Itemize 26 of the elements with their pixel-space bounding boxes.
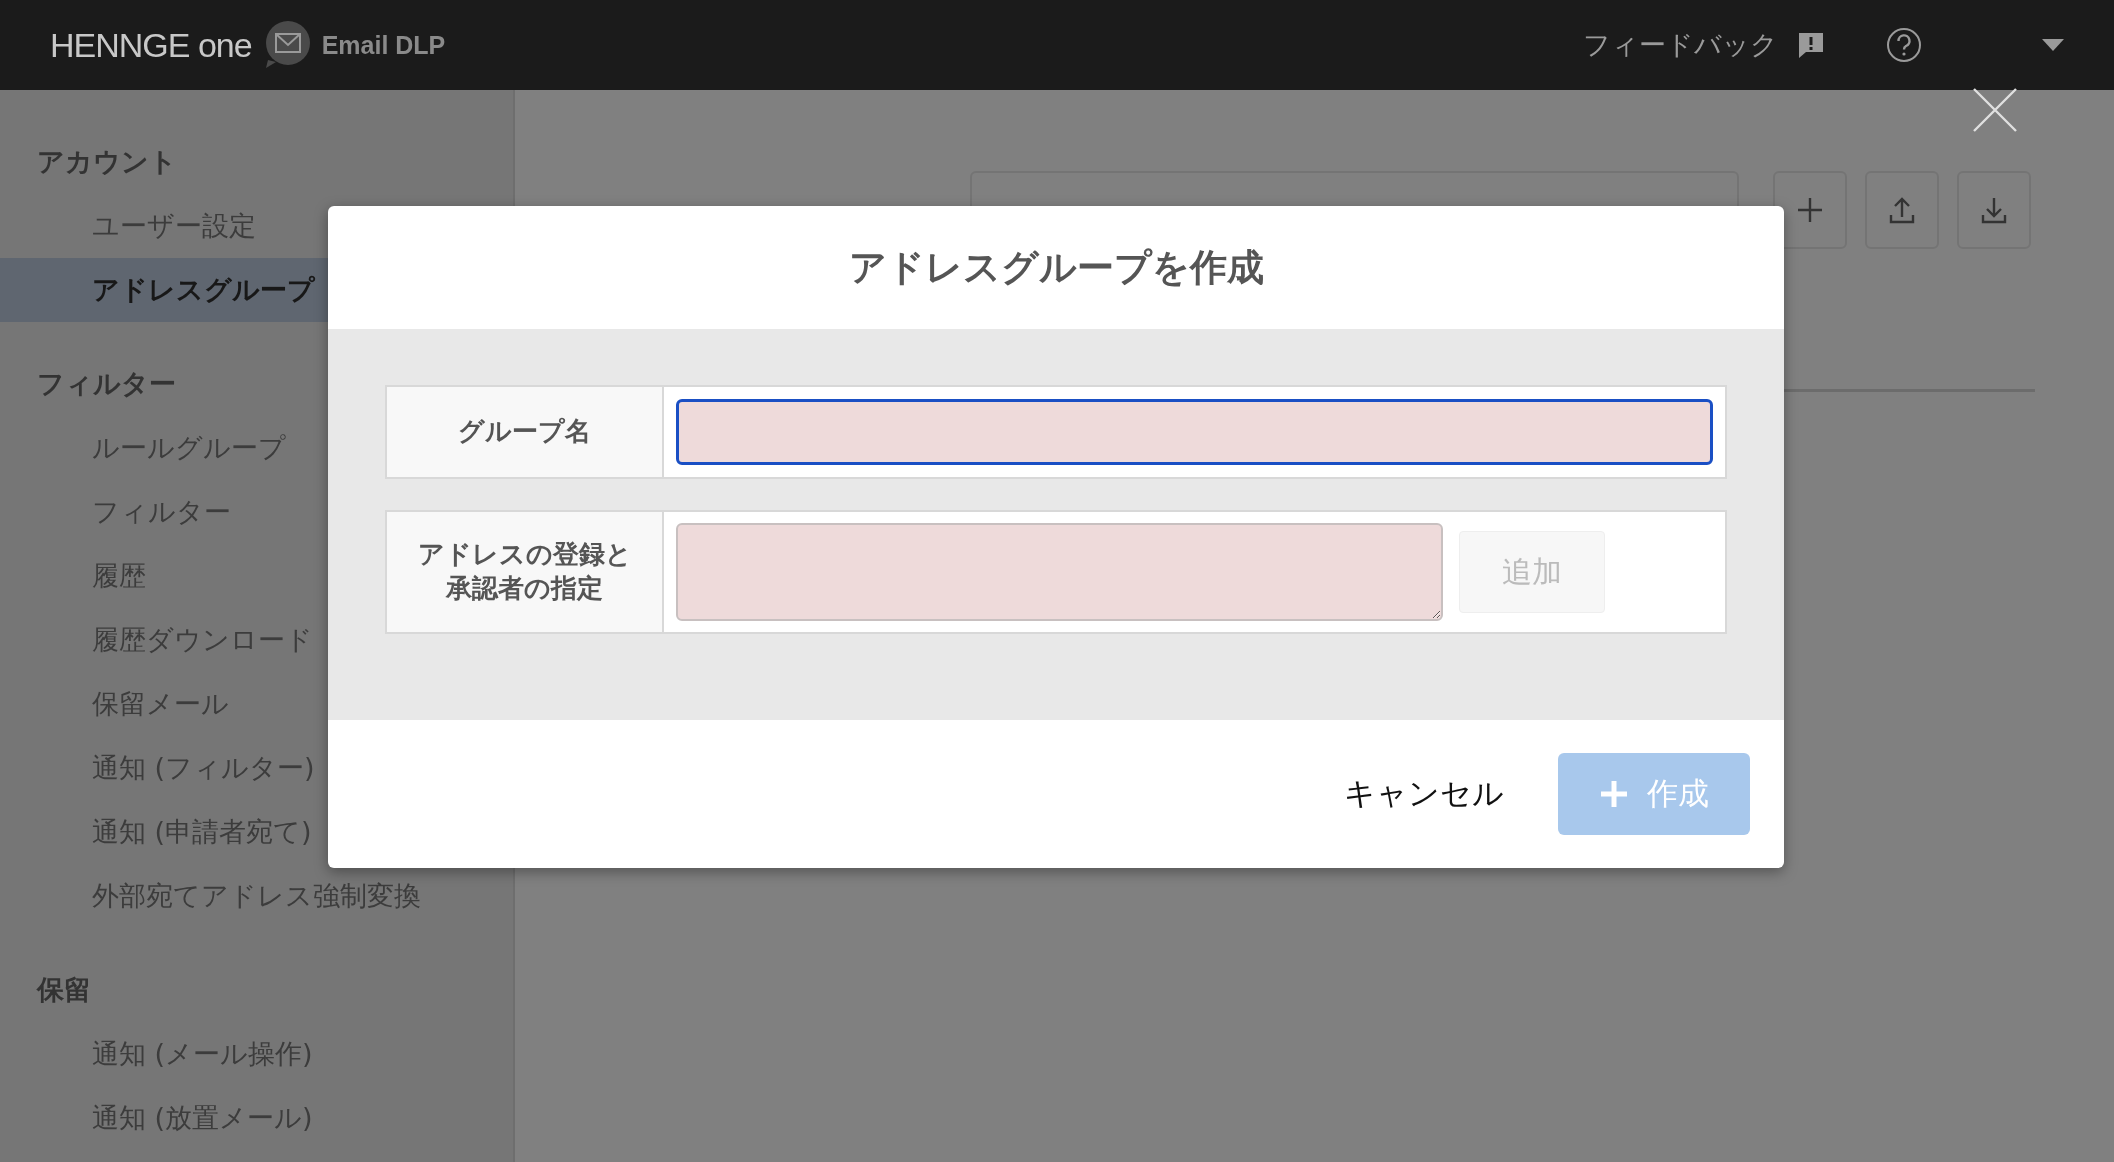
add-button[interactable] — [1773, 171, 1847, 249]
feedback-icon — [1796, 30, 1826, 60]
product-name: Email DLP — [321, 30, 446, 60]
plus-icon — [1599, 779, 1629, 809]
close-icon[interactable] — [1973, 88, 2017, 132]
feedback-button[interactable]: フィードバック — [1583, 27, 1826, 63]
upload-button[interactable] — [1865, 171, 1939, 249]
section-heading: 保留 — [35, 973, 92, 1007]
sidebar-item[interactable]: 外部宛てアドレス強制変換 — [0, 864, 513, 928]
download-button[interactable] — [1957, 171, 2031, 249]
input-field[interactable] — [676, 523, 1443, 621]
dialog-title: アドレスグループを作成 — [848, 244, 1264, 291]
upload-icon — [1887, 195, 1917, 225]
section-heading: アカウント — [36, 145, 178, 179]
input-field[interactable] — [676, 399, 1713, 465]
section-heading: フィルター — [36, 367, 177, 401]
sidebar-item[interactable]: 通知 (メール操作) — [0, 1022, 513, 1086]
sidebar-item[interactable]: 通知 (放置メール) — [0, 1086, 513, 1150]
logo: HENNGE one — [50, 25, 252, 65]
download-icon — [1979, 195, 2009, 225]
plus-icon — [1795, 195, 1825, 225]
help-icon[interactable] — [1886, 27, 1922, 63]
field-label: アドレスの登録と承認者の指定 — [387, 512, 664, 632]
field-label: グループ名 — [387, 387, 664, 477]
cancel-button[interactable]: キャンセル — [1334, 773, 1514, 815]
caret-icon[interactable] — [2042, 39, 2064, 51]
